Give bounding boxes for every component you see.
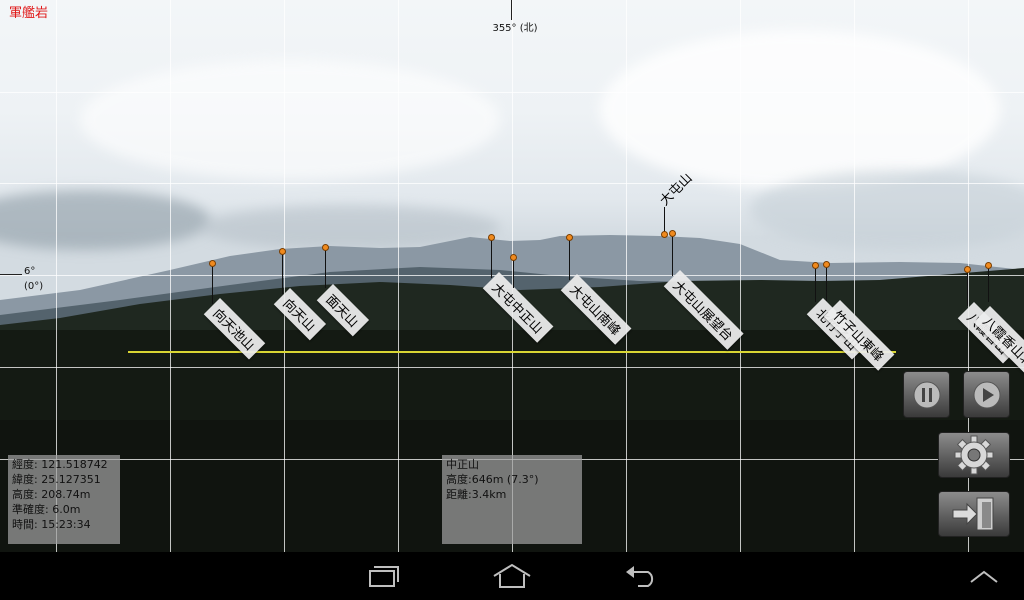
exit-button[interactable] [938,491,1010,537]
pause-icon [913,381,940,408]
exit-icon [952,497,994,531]
elevation-degrees: 6° [24,266,36,277]
target-name: 中正山 [446,458,479,471]
recent-apps-icon [369,566,399,587]
marker-pin [988,266,989,302]
marker-pin [967,270,968,306]
pause-button[interactable] [903,371,950,418]
gear-icon [954,435,994,475]
marker-dot [566,234,573,241]
elevation-tick [0,274,22,275]
system-navbar [0,552,1024,600]
marker-dot [823,261,830,268]
marker-dot [661,231,668,238]
marker-dot [985,262,992,269]
chevron-up-icon [970,570,998,583]
marker-pin [826,265,827,301]
latitude-readout: 緯度: 25.127351 [12,473,101,486]
home-icon [493,563,531,588]
marker-pin [815,266,816,302]
target-info-panel: 中正山 高度:646m (7.3°) 距離:3.4km [442,455,582,544]
gps-info-panel: 經度: 121.518742 緯度: 25.127351 高度: 208.74m… [8,455,120,544]
target-height: 高度:646m (7.3°) [446,473,539,486]
compass-heading: 355° (北) [492,23,538,34]
marker-dot [488,234,495,241]
marker-pin [282,252,283,294]
marker-pin [513,258,514,288]
home-button[interactable] [480,558,544,594]
play-button[interactable] [963,371,1010,418]
menu-up-button[interactable] [952,558,1016,594]
marker-dot [964,266,971,273]
app-screen: 355° (北) 6° (0°) 軍艦岩 向天池山 向天山 面天山 大屯中正山 [0,0,1024,600]
marker-dot [209,260,216,267]
play-icon [973,381,1000,408]
location-title: 軍艦岩 [9,6,49,21]
marker-dot [812,262,819,269]
marker-pin [325,248,326,288]
camera-view[interactable]: 355° (北) 6° (0°) 軍艦岩 向天池山 向天山 面天山 大屯中正山 [0,0,1024,552]
marker-dot [322,244,329,251]
marker-dot [279,248,286,255]
compass-tick [511,0,512,20]
back-icon [626,566,654,587]
marker-pin [491,238,492,278]
elevation-offset: (0°) [24,281,44,292]
marker-pin [672,234,673,276]
settings-button[interactable] [938,432,1010,478]
altitude-readout: 高度: 208.74m [12,488,91,501]
back-button[interactable] [610,558,674,594]
marker-dot [669,230,676,237]
accuracy-readout: 準確度: 6.0m [12,503,81,516]
recent-apps-button[interactable] [350,558,414,594]
target-distance: 距離:3.4km [446,488,507,501]
longitude-readout: 經度: 121.518742 [12,458,108,471]
marker-dot [510,254,517,261]
marker-pin [212,264,213,304]
time-readout: 時間: 15:23:34 [12,518,91,531]
marker-pin [569,238,570,280]
